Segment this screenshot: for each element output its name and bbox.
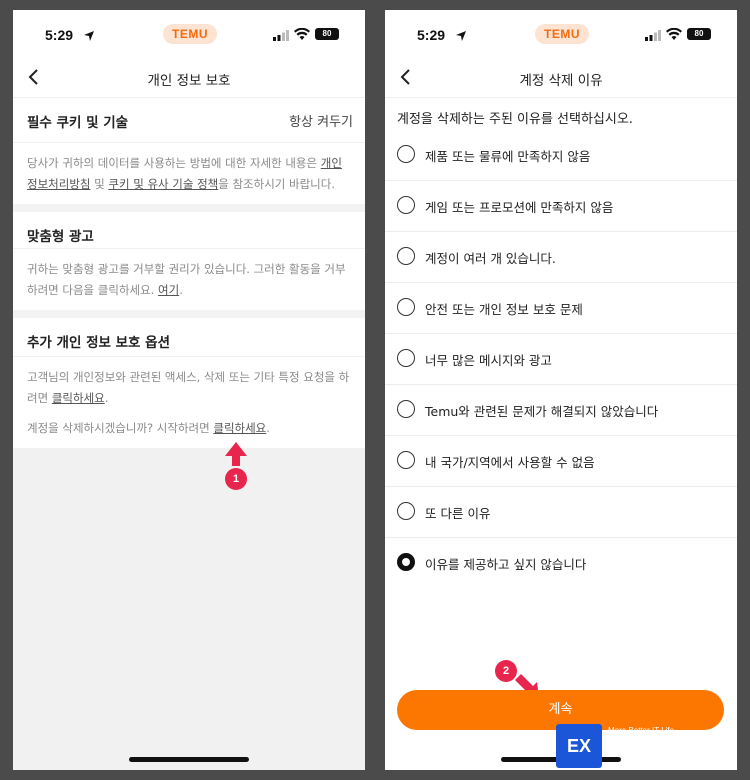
- status-bar: 5:29 TEMU 80: [385, 10, 737, 58]
- temu-brand-pill[interactable]: TEMU: [535, 24, 589, 44]
- nav-bar: 계정 삭제 이유: [385, 58, 737, 98]
- delete-account-text: 계정을 삭제하시겠습니까? 시작하려면 클릭하세요.: [27, 418, 351, 439]
- request-click-link[interactable]: 클릭하세요: [52, 391, 105, 405]
- reason-option[interactable]: 제품 또는 물류에 만족하지 않음: [385, 130, 737, 181]
- opt-out-here-link[interactable]: 여기: [158, 283, 179, 297]
- signal-icon: [645, 30, 661, 41]
- section-divider: [13, 204, 365, 212]
- reason-option[interactable]: Temu와 관련된 문제가 해결되지 않았습니다: [385, 385, 737, 436]
- radio-button-checked[interactable]: [397, 553, 415, 571]
- additional-privacy-description: 고객님의 개인정보와 관련된 액세스, 삭제 또는 기타 특정 요청을 하려면 …: [13, 356, 365, 448]
- reason-label: 계정이 여러 개 있습니다.: [425, 251, 556, 266]
- section-title: 추가 개인 정보 보호 옵션: [27, 335, 170, 351]
- battery-icon: 80: [687, 28, 711, 40]
- desc-text: 및: [90, 177, 109, 191]
- radio-button[interactable]: [397, 349, 415, 367]
- step-callout-1: 1: [225, 468, 247, 490]
- status-time: 5:29: [417, 27, 446, 43]
- reason-label: 내 국가/지역에서 사용할 수 없음: [425, 455, 595, 470]
- radio-button[interactable]: [397, 196, 415, 214]
- reason-option[interactable]: 게임 또는 프로모션에 만족하지 않음: [385, 181, 737, 232]
- cookies-description: 당사가 귀하의 데이터를 사용하는 방법에 대한 자세한 내용은 개인정보처리방…: [13, 142, 365, 204]
- desc-text: 을 참조하시기 바랍니다.: [218, 177, 335, 191]
- reason-label: 제품 또는 물류에 만족하지 않음: [425, 149, 591, 164]
- callout-arrow-icon: [225, 442, 247, 466]
- delete-account-click-link[interactable]: 클릭하세요: [213, 421, 266, 435]
- status-bar: 5:29 TEMU 80: [13, 10, 365, 58]
- status-time: 5:29: [45, 27, 74, 43]
- desc-text: .: [104, 391, 109, 405]
- reason-option-selected[interactable]: 이유를 제공하고 싶지 않습니다: [385, 538, 737, 589]
- watermark-logo-icon: EX: [556, 724, 602, 768]
- cookie-policy-link[interactable]: 쿠키 및 유사 기술 정책: [108, 177, 218, 191]
- radio-button[interactable]: [397, 451, 415, 469]
- wifi-icon: [294, 28, 310, 40]
- site-watermark: EX More Better IT Life 익스트림 매뉴얼: [556, 722, 746, 772]
- desc-text: 귀하는 맞춤형 광고를 거부할 권리가 있습니다. 그러한 활동을 거부하려면 …: [27, 262, 346, 297]
- page-title: 개인 정보 보호: [147, 73, 231, 89]
- access-request-text: 고객님의 개인정보와 관련된 액세스, 삭제 또는 기타 특정 요청을 하려면 …: [27, 367, 351, 409]
- desc-text: 당사가 귀하의 데이터를 사용하는 방법에 대한 자세한 내용은: [27, 156, 321, 170]
- reason-prompt: 계정을 삭제하는 주된 이유를 선택하십시오.: [397, 112, 633, 127]
- radio-button[interactable]: [397, 298, 415, 316]
- radio-button[interactable]: [397, 247, 415, 265]
- section-title: 맞춤형 광고: [27, 229, 94, 245]
- signal-icon: [273, 30, 289, 41]
- radio-button[interactable]: [397, 502, 415, 520]
- desc-text: 계정을 삭제하시겠습니까? 시작하려면: [27, 421, 214, 435]
- reason-option[interactable]: 계정이 여러 개 있습니다.: [385, 232, 737, 283]
- battery-icon: 80: [315, 28, 339, 40]
- reason-label: 안전 또는 개인 정보 보호 문제: [425, 302, 583, 317]
- reason-option[interactable]: 내 국가/지역에서 사용할 수 없음: [385, 436, 737, 487]
- privacy-screen: 5:29 TEMU 80 개인 정보 보호 필수 쿠키 및 기술 항상 켜두기 …: [13, 10, 365, 770]
- desc-text: .: [266, 421, 270, 435]
- watermark-tagline: More Better IT Life: [608, 726, 675, 735]
- wifi-icon: [666, 28, 682, 40]
- radio-button[interactable]: [397, 400, 415, 418]
- page-title: 계정 삭제 이유: [519, 73, 603, 89]
- desc-text: .: [179, 283, 183, 297]
- radio-button[interactable]: [397, 145, 415, 163]
- always-on-label: 항상 켜두기: [289, 115, 353, 130]
- reason-label: 이유를 제공하고 싶지 않습니다: [425, 557, 587, 572]
- reason-label: Temu와 관련된 문제가 해결되지 않았습니다: [425, 404, 659, 419]
- ads-description: 귀하는 맞춤형 광고를 거부할 권리가 있습니다. 그러한 활동을 거부하려면 …: [13, 248, 365, 310]
- reason-label: 게임 또는 프로모션에 만족하지 않음: [425, 200, 614, 215]
- reason-label: 너무 많은 메시지와 광고: [425, 353, 552, 368]
- section-essential-cookies: 필수 쿠키 및 기술 항상 켜두기: [13, 98, 365, 142]
- delete-reason-screen: 5:29 TEMU 80 계정 삭제 이유 계정을 삭제하는 주된 이유를 선택…: [385, 10, 737, 770]
- nav-bar: 개인 정보 보호: [13, 58, 365, 98]
- location-arrow-icon: [456, 31, 466, 41]
- home-indicator: [129, 757, 249, 762]
- empty-area: [13, 448, 365, 770]
- reason-option[interactable]: 안전 또는 개인 정보 보호 문제: [385, 283, 737, 334]
- temu-brand-pill[interactable]: TEMU: [163, 24, 217, 44]
- location-arrow-icon: [84, 31, 94, 41]
- section-divider: [13, 310, 365, 318]
- reason-option[interactable]: 너무 많은 메시지와 광고: [385, 334, 737, 385]
- reason-label: 또 다른 이유: [425, 506, 491, 521]
- watermark-name: 익스트림 매뉴얼: [608, 742, 737, 764]
- section-title: 필수 쿠키 및 기술: [27, 115, 129, 131]
- reason-option[interactable]: 또 다른 이유: [385, 487, 737, 538]
